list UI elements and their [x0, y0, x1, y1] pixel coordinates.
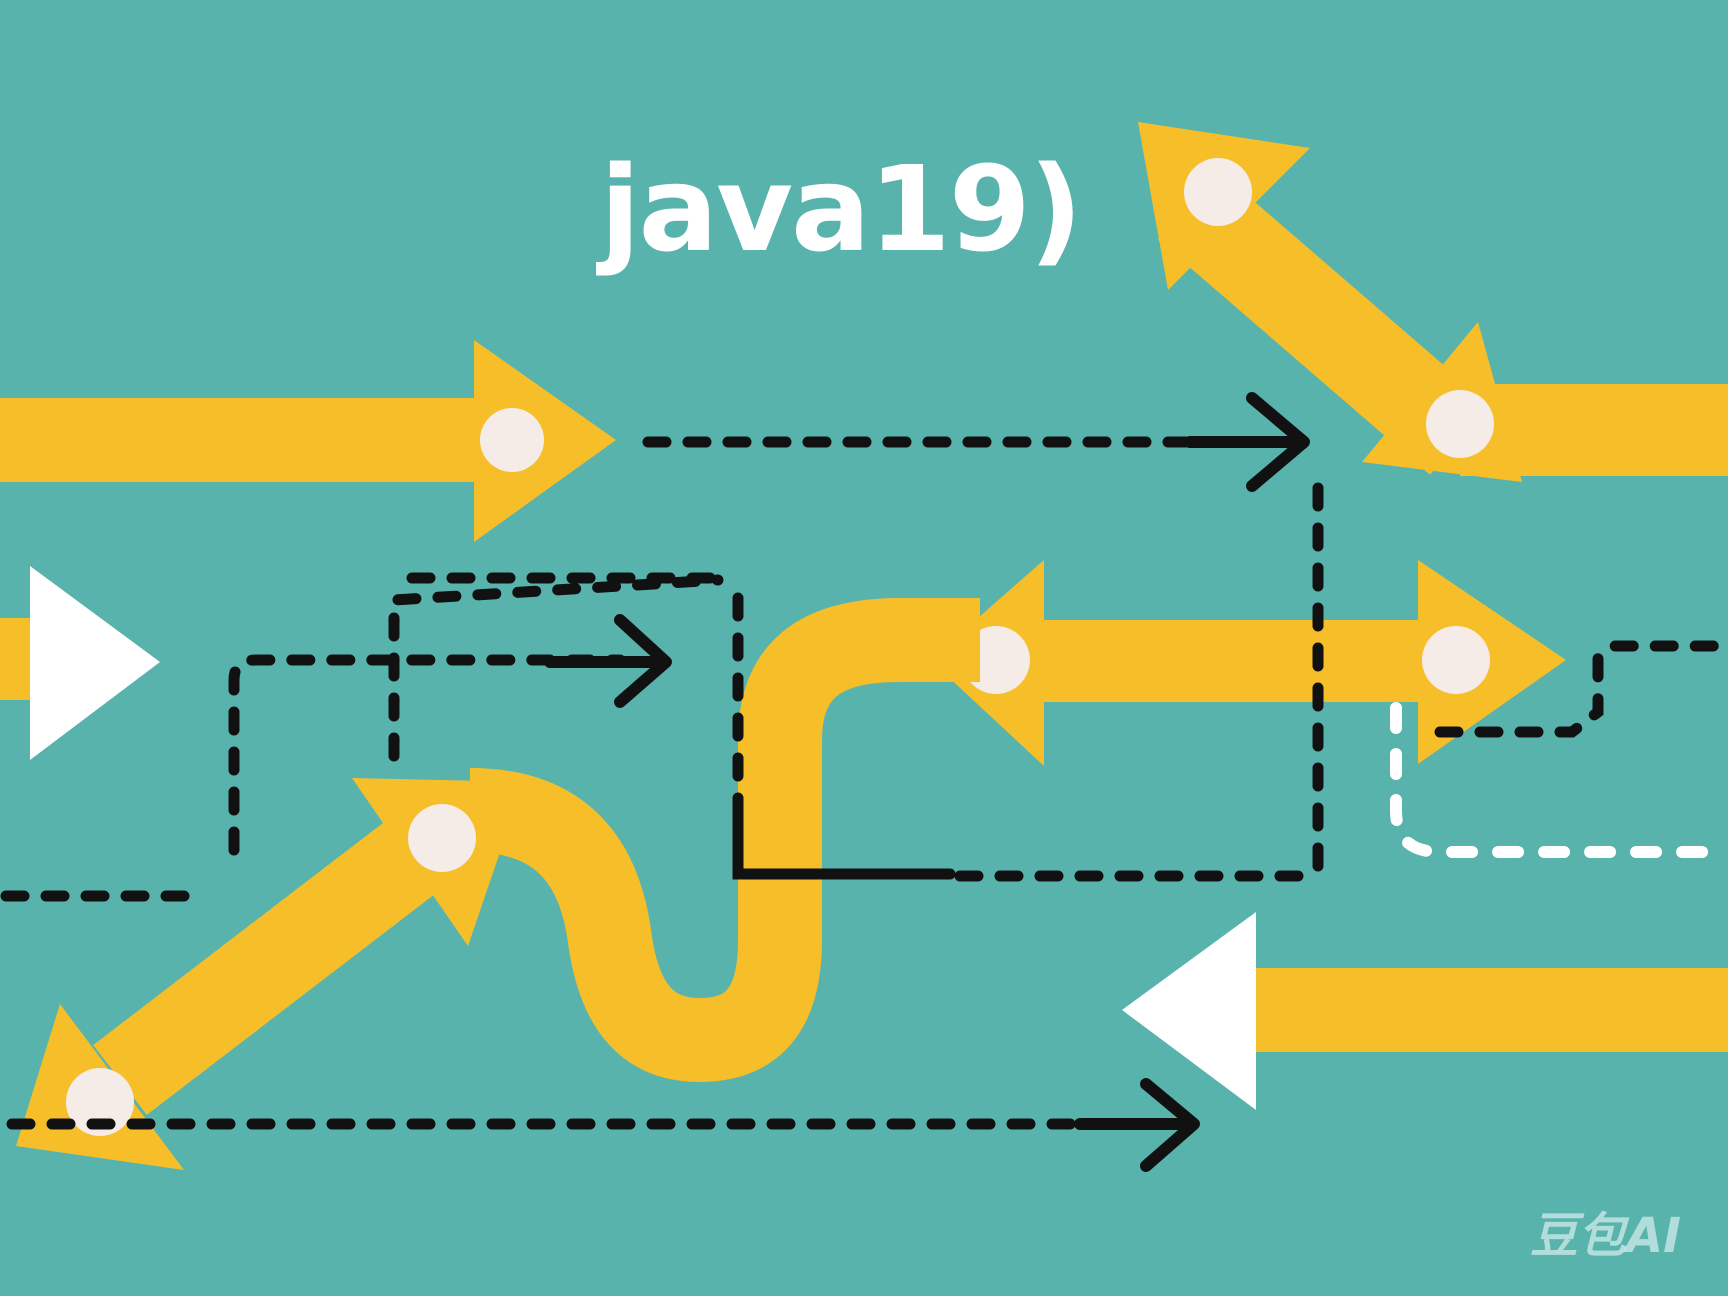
- winding-yellow-path: [468, 598, 980, 1083]
- chevron-right-icon: [1184, 392, 1310, 492]
- middle-left-stub-arrow: [0, 566, 160, 760]
- play-triangle-icon: [30, 566, 160, 760]
- upper-right-diagonal-arrow: [1138, 122, 1728, 482]
- chevron-right-icon: [544, 614, 672, 708]
- lower-right-left-arrow: [1122, 912, 1728, 1110]
- watermark-logo: 豆包AI: [1530, 1208, 1682, 1264]
- top-left-yellow-arrow: [0, 340, 616, 542]
- node-circle: [1422, 626, 1490, 694]
- node-circle: [1426, 390, 1494, 458]
- node-circle: [1184, 158, 1252, 226]
- node-circle: [480, 408, 544, 472]
- node-circle: [408, 804, 476, 872]
- middle-horizontal-double-arrow: [930, 560, 1566, 766]
- lower-left-diagonal-arrow: [16, 778, 524, 1170]
- chevron-right-icon: [1074, 1078, 1200, 1172]
- illustration-canvas: java19) 豆包AI: [0, 0, 1728, 1296]
- heading-text: java19): [600, 140, 1083, 278]
